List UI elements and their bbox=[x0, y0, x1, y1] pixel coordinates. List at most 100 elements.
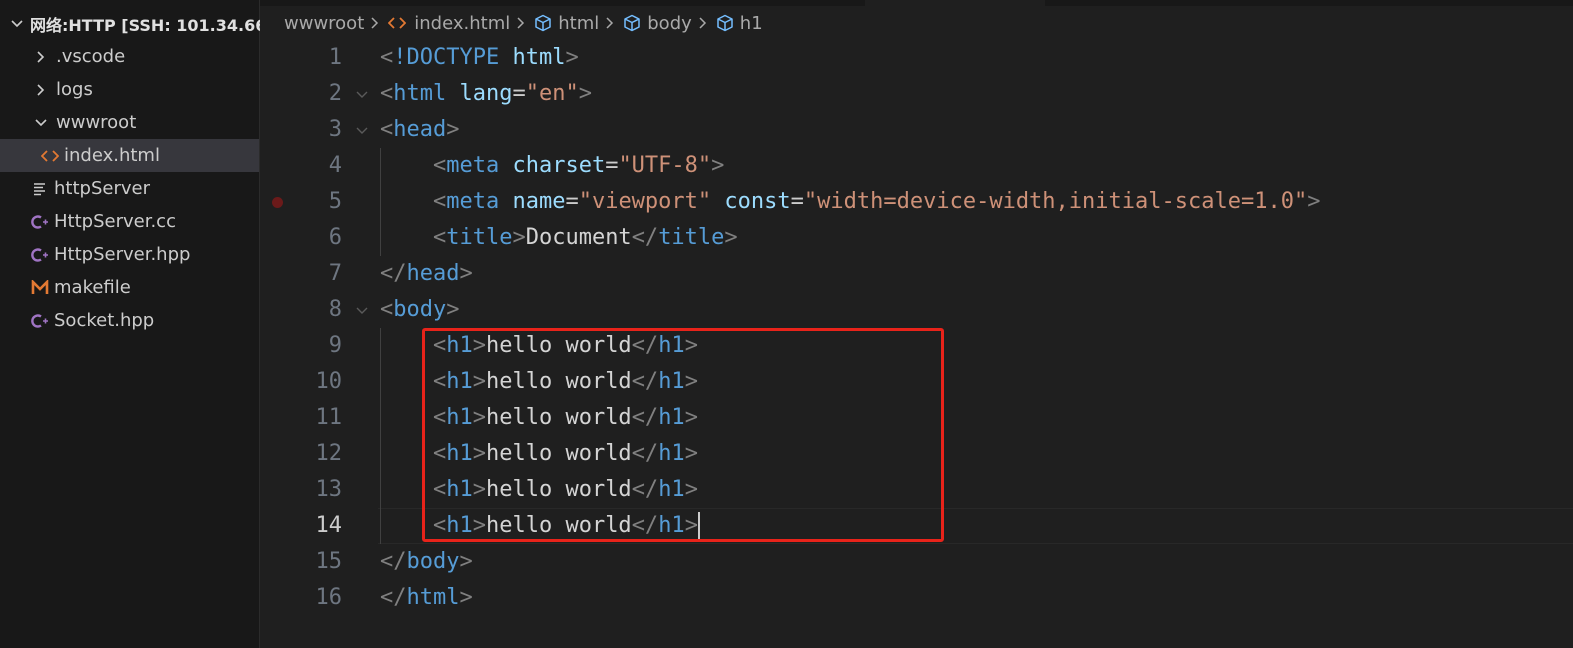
code-token: </ bbox=[380, 549, 407, 574]
cpp-file-icon bbox=[30, 245, 50, 265]
code-line[interactable]: 4 <meta charset="UTF-8"> bbox=[260, 148, 1573, 184]
chevron-right-icon bbox=[32, 48, 50, 66]
code-line[interactable]: 15 </body> bbox=[260, 544, 1573, 580]
breadcrumb: wwwroot index.html html body h1 bbox=[284, 8, 763, 38]
code-token: lang bbox=[459, 81, 513, 106]
code-token: "en" bbox=[525, 81, 579, 106]
code-line[interactable]: 2 <html lang="en"> bbox=[260, 76, 1573, 112]
code-token: charset bbox=[512, 153, 606, 178]
code-token: > bbox=[512, 225, 526, 250]
breadcrumb-label: html bbox=[558, 12, 600, 34]
line-number: 4 bbox=[328, 153, 342, 178]
code-token: "viewport" bbox=[578, 189, 712, 214]
code-token: < bbox=[380, 45, 394, 70]
chevron-down-icon bbox=[32, 114, 50, 132]
tree-item-logs[interactable]: logs bbox=[0, 73, 259, 106]
breakpoint-hint-icon[interactable] bbox=[272, 197, 283, 208]
fold-chevron-icon[interactable] bbox=[354, 122, 370, 138]
chevron-right-icon bbox=[692, 16, 714, 30]
tree-item-socket-hpp[interactable]: Socket.hpp bbox=[0, 304, 259, 337]
code-token: html bbox=[393, 81, 447, 106]
code-token: </ bbox=[631, 225, 659, 250]
cube-symbol-icon bbox=[714, 13, 736, 33]
code-token: title bbox=[446, 225, 513, 250]
line-number: 12 bbox=[315, 441, 343, 466]
code-text: <head> bbox=[380, 112, 459, 148]
chevron-right-icon bbox=[510, 16, 532, 30]
code-line[interactable]: 7 </head> bbox=[260, 256, 1573, 292]
code-token: < bbox=[380, 297, 394, 322]
fold-chevron-icon[interactable] bbox=[354, 86, 370, 102]
tree-item-makefile[interactable]: makefile bbox=[0, 271, 259, 304]
code-token: < bbox=[432, 189, 447, 214]
code-token: body bbox=[393, 297, 447, 322]
tree-item-httpserver-cc[interactable]: HttpServer.cc bbox=[0, 205, 259, 238]
code-token: > bbox=[565, 45, 579, 70]
cube-symbol-icon bbox=[621, 13, 643, 33]
code-editor[interactable]: wwwroot index.html html body h1 1 <!DOCT… bbox=[260, 0, 1573, 648]
code-line[interactable]: 1 <!DOCTYPE html> bbox=[260, 40, 1573, 76]
breadcrumb-item-html[interactable]: html bbox=[532, 13, 599, 34]
tree-item-vscode[interactable]: .vscode bbox=[0, 40, 259, 73]
breadcrumb-item-body[interactable]: body bbox=[621, 13, 692, 34]
code-line[interactable]: 5 <meta name="viewport" const="width=dev… bbox=[260, 184, 1573, 220]
code-token: name bbox=[512, 189, 566, 214]
code-token: = bbox=[790, 189, 804, 214]
code-token: > bbox=[459, 261, 473, 286]
code-text: <html lang="en"> bbox=[380, 76, 592, 112]
code-text: </head> bbox=[380, 256, 473, 292]
code-token: < bbox=[380, 117, 394, 142]
cpp-file-icon bbox=[30, 212, 50, 232]
line-number: 2 bbox=[328, 81, 342, 106]
fold-chevron-icon[interactable] bbox=[354, 302, 370, 318]
line-number: 13 bbox=[315, 477, 343, 502]
code-token: head bbox=[393, 117, 447, 142]
code-line[interactable]: 8 <body> bbox=[260, 292, 1573, 328]
code-line[interactable]: 3 <head> bbox=[260, 112, 1573, 148]
code-token: < bbox=[432, 225, 447, 250]
breadcrumb-label: index.html bbox=[414, 12, 511, 34]
line-number: 15 bbox=[315, 549, 343, 574]
line-number: 1 bbox=[328, 45, 342, 70]
code-token: const bbox=[724, 189, 791, 214]
active-tab[interactable] bbox=[865, 0, 1045, 6]
breadcrumb-item-wwwroot[interactable]: wwwroot bbox=[284, 13, 364, 34]
code-token: > bbox=[446, 297, 460, 322]
tree-item-wwwroot[interactable]: wwwroot bbox=[0, 106, 259, 139]
tree-item-label: index.html bbox=[64, 145, 160, 166]
explorer-root-folder[interactable]: 网络:HTTP [SSH: 101.34.66... bbox=[0, 7, 285, 40]
code-line[interactable]: 16 </html> bbox=[260, 580, 1573, 616]
code-line[interactable]: 6 <title>Document</title> bbox=[260, 220, 1573, 256]
tree-item-httpserver-hpp[interactable]: HttpServer.hpp bbox=[0, 238, 259, 271]
tree-item-index-html[interactable]: index.html bbox=[0, 139, 259, 172]
breadcrumb-item-index-html[interactable]: index.html bbox=[386, 13, 510, 34]
line-number: 3 bbox=[328, 117, 342, 142]
code-text: <body> bbox=[380, 292, 459, 328]
indent-guide bbox=[380, 328, 381, 544]
code-token: = bbox=[512, 81, 526, 106]
chevron-right-icon bbox=[364, 16, 386, 30]
code-token: html bbox=[512, 45, 566, 70]
tree-item-label: HttpServer.hpp bbox=[54, 244, 191, 265]
code-token: > bbox=[459, 585, 473, 610]
breadcrumb-item-h1[interactable]: h1 bbox=[714, 13, 763, 34]
code-token: !DOCTYPE bbox=[393, 45, 500, 70]
line-number: 10 bbox=[315, 369, 343, 394]
code-text: <meta charset="UTF-8"> bbox=[380, 148, 724, 184]
code-token: "UTF-8" bbox=[618, 153, 712, 178]
line-number: 11 bbox=[315, 405, 343, 430]
line-number: 14 bbox=[315, 513, 343, 538]
code-text: </body> bbox=[380, 544, 473, 580]
tree-item-httpserver[interactable]: httpServer bbox=[0, 172, 259, 205]
code-token: title bbox=[658, 225, 725, 250]
line-number: 16 bbox=[315, 585, 343, 610]
tree-item-label: makefile bbox=[54, 277, 131, 298]
code-token: > bbox=[724, 225, 738, 250]
code-token: > bbox=[446, 117, 460, 142]
